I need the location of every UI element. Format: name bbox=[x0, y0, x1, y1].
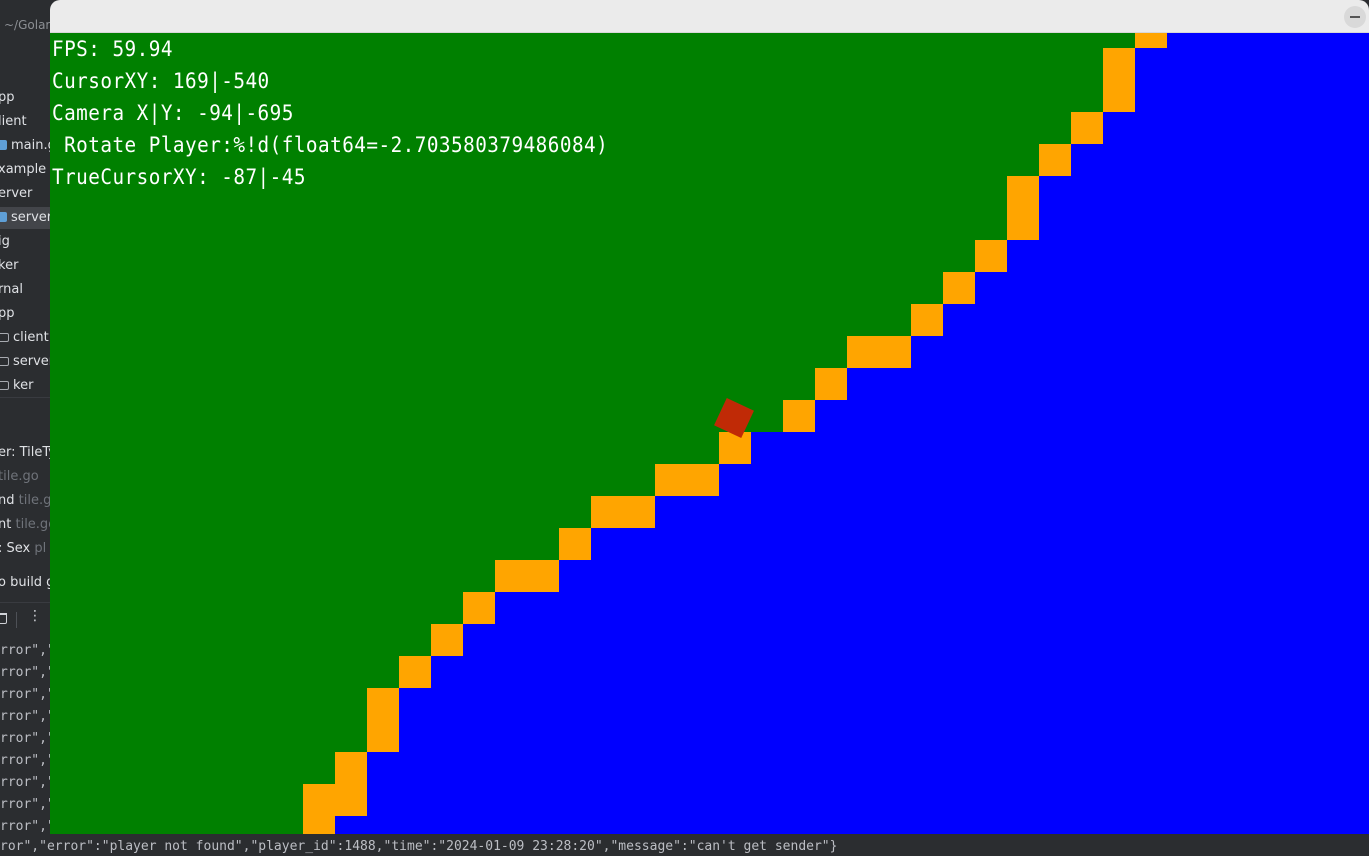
folder-icon bbox=[0, 357, 9, 366]
console-log-line: rror"," bbox=[0, 753, 55, 768]
sand-tile bbox=[1007, 208, 1039, 240]
sand-tile bbox=[1071, 112, 1103, 144]
console-toolbar: ⋮ bbox=[0, 606, 50, 636]
game-canvas[interactable]: FPS: 59.94 CursorXY: 169|-540 Camera X|Y: … bbox=[50, 33, 1369, 834]
tree-item-label: xample bbox=[0, 162, 47, 177]
folder-icon bbox=[0, 333, 9, 342]
tree-item[interactable]: pp bbox=[0, 303, 50, 325]
sand-tile bbox=[943, 272, 975, 304]
tree-item-label: ig bbox=[0, 234, 10, 249]
console-log-line: rror"," bbox=[0, 775, 55, 790]
trash-icon[interactable] bbox=[0, 613, 7, 624]
sand-tile bbox=[431, 624, 463, 656]
tree-item[interactable]: pp bbox=[0, 87, 50, 109]
tree-item[interactable]: server bbox=[0, 351, 50, 373]
tree-item[interactable]: client bbox=[0, 327, 50, 349]
tree-item[interactable]: rnal bbox=[0, 279, 50, 301]
sand-tile bbox=[399, 656, 431, 688]
tree-item[interactable]: ker bbox=[0, 255, 50, 277]
sand-tile bbox=[1103, 80, 1135, 112]
folder-icon bbox=[0, 381, 9, 390]
hud-line: CursorXY: 169|-540 bbox=[52, 69, 270, 93]
structure-item-label: : Sex bbox=[0, 541, 31, 556]
structure-item-file: pl bbox=[34, 541, 47, 556]
tree-item-label: rnal bbox=[0, 282, 23, 297]
tree-item-label: main.g bbox=[11, 138, 50, 153]
console-log-line: rror"," bbox=[0, 731, 55, 746]
sand-tile bbox=[911, 304, 943, 336]
structure-item[interactable]: er: TileTy bbox=[0, 442, 50, 464]
sand-tile bbox=[303, 816, 335, 834]
console-log-line: rror"," bbox=[0, 643, 55, 658]
more-vertical-icon[interactable]: ⋮ bbox=[28, 608, 42, 624]
tree-item-label: ker bbox=[13, 378, 34, 393]
sand-tile bbox=[367, 688, 399, 720]
tree-item-label: ker bbox=[0, 258, 19, 273]
sand-tile bbox=[1039, 144, 1071, 176]
debug-hud: FPS: 59.94 CursorXY: 169|-540 Camera X|Y: … bbox=[52, 33, 657, 193]
tree-item-label: client bbox=[13, 330, 49, 345]
tree-item[interactable]: ker bbox=[0, 375, 50, 397]
project-path: ~/Golar bbox=[4, 18, 51, 32]
tree-item[interactable]: erver bbox=[0, 183, 50, 205]
run-config-label[interactable]: o build gi bbox=[0, 572, 50, 594]
console-log-line: rror"," bbox=[0, 819, 55, 834]
console-log-line: rror"," bbox=[0, 665, 55, 680]
sand-tile bbox=[815, 368, 847, 400]
structure-item[interactable]: tile.go bbox=[0, 466, 50, 488]
structure-item-file: tile.go bbox=[0, 469, 39, 484]
tree-item[interactable]: lient bbox=[0, 111, 50, 133]
structure-item[interactable]: : Sex pl bbox=[0, 538, 50, 560]
sand-tile bbox=[303, 784, 367, 816]
sand-tile bbox=[495, 560, 559, 592]
sand-tile bbox=[367, 720, 399, 752]
structure-item[interactable]: nt tile.go bbox=[0, 514, 50, 536]
go-file-icon bbox=[0, 212, 7, 222]
tree-item-label: pp bbox=[0, 90, 15, 105]
console-log-line: rror"," bbox=[0, 709, 55, 724]
tree-item[interactable]: ig bbox=[0, 231, 50, 253]
game-window[interactable]: FPS: 59.94 CursorXY: 169|-540 Camera X|Y: … bbox=[50, 0, 1369, 834]
structure-item-label: nd bbox=[0, 493, 15, 508]
tree-item-label: erver bbox=[0, 186, 33, 201]
sand-tile bbox=[1007, 176, 1039, 208]
tree-item[interactable]: main.g bbox=[0, 135, 50, 157]
sand-tile bbox=[591, 496, 655, 528]
sand-tile bbox=[463, 592, 495, 624]
divider bbox=[0, 602, 50, 603]
console-log-line: rror"," bbox=[0, 687, 55, 702]
structure-item-label: er: TileTy bbox=[0, 445, 50, 460]
go-file-icon bbox=[0, 140, 7, 150]
structure-item-file: tile.go bbox=[15, 517, 50, 532]
hud-line: FPS: 59.94 bbox=[52, 37, 173, 61]
sand-tile bbox=[335, 752, 367, 784]
tree-item-label: pp bbox=[0, 306, 15, 321]
sand-tile bbox=[783, 400, 815, 432]
sand-tile bbox=[975, 240, 1007, 272]
console-log-line: ror","error":"player not found","player_… bbox=[0, 839, 838, 854]
structure-item-file: tile.g bbox=[18, 493, 50, 508]
console-log-line: rror"," bbox=[0, 797, 55, 812]
structure-item-label: nt bbox=[0, 517, 12, 532]
minimize-button[interactable] bbox=[1344, 6, 1366, 28]
tree-item[interactable]: server bbox=[0, 207, 50, 229]
hud-line: Camera X|Y: -94|-695 bbox=[52, 101, 294, 125]
tree-item-label: lient bbox=[0, 114, 27, 129]
sand-tile bbox=[719, 432, 751, 464]
structure-item[interactable]: nd tile.g bbox=[0, 490, 50, 512]
hud-line: TrueCursorXY: -87|-45 bbox=[52, 165, 306, 189]
divider bbox=[16, 612, 17, 628]
sand-tile bbox=[847, 336, 911, 368]
sand-tile bbox=[1135, 33, 1167, 48]
hud-line: Rotate Player:%!d(float64=-2.70358037948… bbox=[52, 133, 609, 157]
sand-tile bbox=[655, 464, 719, 496]
tree-item[interactable]: xample bbox=[0, 159, 50, 181]
tree-item-label: server bbox=[11, 210, 50, 225]
sand-tile bbox=[1103, 48, 1135, 80]
sand-tile bbox=[559, 528, 591, 560]
divider bbox=[0, 397, 50, 398]
tree-item-label: server bbox=[13, 354, 50, 369]
window-titlebar[interactable] bbox=[50, 0, 1369, 33]
